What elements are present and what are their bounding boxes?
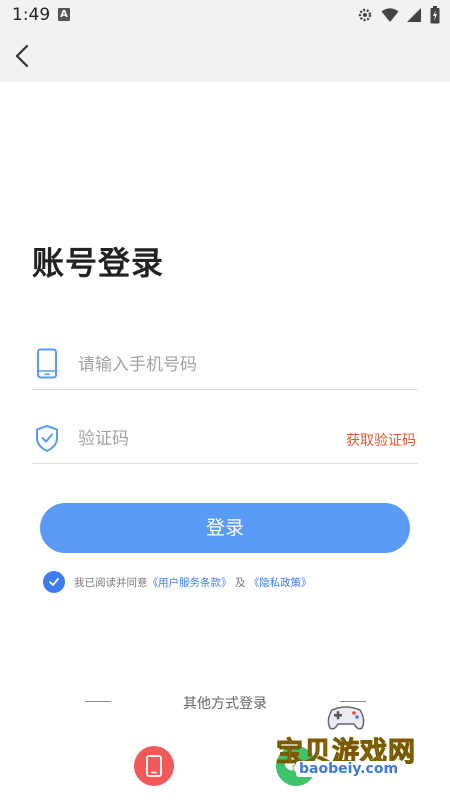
phone-input[interactable] bbox=[78, 352, 338, 378]
code-input[interactable] bbox=[78, 426, 338, 452]
status-bar: 1:49 A bbox=[0, 0, 450, 30]
agreement-checkbox[interactable] bbox=[43, 571, 65, 593]
page-title: 账号登录 bbox=[32, 244, 165, 282]
battery-icon bbox=[430, 6, 440, 28]
privacy-link[interactable]: 《隐私政策》 bbox=[249, 577, 312, 589]
shield-check-icon bbox=[34, 422, 60, 454]
gear-icon bbox=[357, 7, 373, 27]
terms-link[interactable]: 《用户服务条款》 bbox=[148, 577, 232, 589]
watermark: 宝贝游戏网 baobeiy.com bbox=[276, 700, 426, 790]
back-button[interactable] bbox=[10, 42, 38, 70]
nav-bar bbox=[0, 30, 450, 82]
agreement-prefix: 我已阅读并同意 bbox=[74, 576, 148, 589]
signal-icon bbox=[407, 7, 422, 27]
notification-badge: A bbox=[58, 8, 70, 21]
agreement-text: 我已阅读并同意《用户服务条款》 及 《隐私政策》 bbox=[74, 575, 312, 590]
status-icons bbox=[357, 6, 440, 28]
wifi-icon bbox=[381, 7, 399, 27]
phone-login-button[interactable] bbox=[134, 746, 174, 786]
code-field: 获取验证码 bbox=[32, 416, 418, 464]
status-time: 1:49 bbox=[12, 5, 51, 25]
get-code-button[interactable]: 获取验证码 bbox=[346, 430, 416, 450]
gamepad-icon bbox=[327, 706, 365, 730]
login-button[interactable]: 登录 bbox=[40, 503, 410, 553]
check-icon bbox=[49, 578, 59, 586]
agreement-row: 我已阅读并同意《用户服务条款》 及 《隐私政策》 bbox=[43, 571, 312, 593]
chevron-left-icon bbox=[15, 44, 29, 68]
phone-field bbox=[32, 342, 418, 390]
phone-icon bbox=[34, 348, 60, 380]
agreement-connector: 及 bbox=[234, 576, 246, 589]
watermark-url: baobeiy.com bbox=[296, 761, 402, 777]
phone-login-icon bbox=[146, 755, 162, 777]
